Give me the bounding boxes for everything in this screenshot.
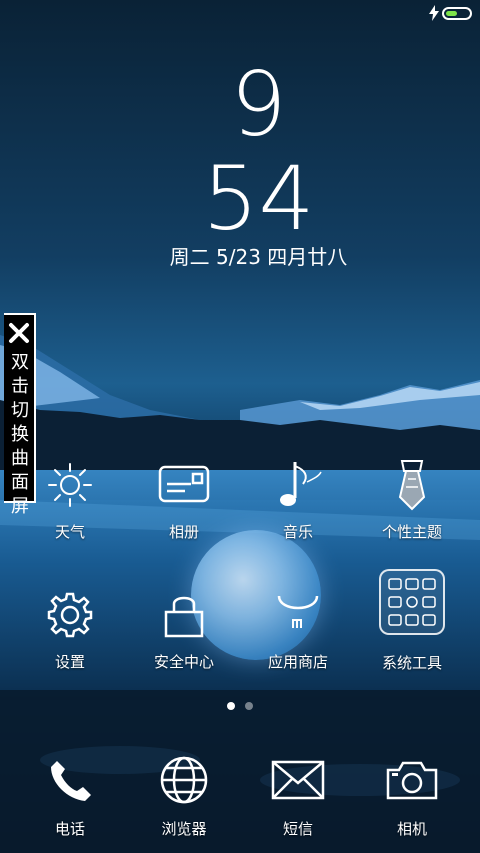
sun-icon xyxy=(40,455,100,515)
app-label: 浏览器 xyxy=(161,820,207,838)
lock-icon xyxy=(154,585,214,645)
dock-app-messages[interactable]: 短信 xyxy=(241,750,355,850)
dock-app-camera[interactable]: 相机 xyxy=(355,750,469,850)
app-label: 安全中心 xyxy=(153,653,214,671)
clock-date[interactable]: 周二 5/23 四月廿八 xyxy=(0,243,480,271)
app-gallery[interactable]: 相册 xyxy=(127,455,241,575)
close-icon[interactable] xyxy=(7,321,31,345)
necktie-icon xyxy=(382,455,442,515)
app-label: 电话 xyxy=(54,820,85,838)
camera-icon xyxy=(382,750,442,810)
phone-icon xyxy=(40,750,100,810)
globe-icon xyxy=(154,750,214,810)
app-store-icon xyxy=(268,585,328,645)
app-label: 应用商店 xyxy=(267,653,328,671)
app-label: 个性主题 xyxy=(381,523,442,541)
battery-level xyxy=(446,11,457,16)
curved-screen-toggle-panel[interactable]: 双击切换曲面屏 xyxy=(4,313,36,517)
system-tools-folder-icon xyxy=(379,569,445,635)
dock-app-browser[interactable]: 浏览器 xyxy=(127,750,241,850)
app-label: 短信 xyxy=(282,820,313,838)
app-label: 天气 xyxy=(54,523,85,541)
clock-hour[interactable]: 9 xyxy=(0,56,480,154)
app-label: 相机 xyxy=(396,820,427,838)
app-label: 音乐 xyxy=(282,523,313,541)
app-themes[interactable]: 个性主题 xyxy=(355,455,469,575)
app-store[interactable]: 应用商店 xyxy=(241,585,355,705)
battery-icon xyxy=(442,7,472,20)
status-bar xyxy=(0,0,480,28)
dock-app-phone[interactable]: 电话 xyxy=(13,750,127,850)
page-indicator-active[interactable] xyxy=(227,702,235,710)
page-indicator[interactable] xyxy=(245,702,253,710)
app-system-tools[interactable]: 系统工具 xyxy=(355,569,469,692)
curved-screen-toggle-label: 双击切换曲面屏 xyxy=(11,352,29,517)
app-security-center[interactable]: 安全中心 xyxy=(127,585,241,705)
folder-box xyxy=(379,569,445,635)
app-music[interactable]: 音乐 xyxy=(241,455,355,575)
app-settings[interactable]: 设置 xyxy=(13,585,127,705)
app-label: 设置 xyxy=(54,653,85,671)
photo-album-icon xyxy=(154,455,214,515)
clock-minute[interactable]: 54 xyxy=(0,150,480,248)
music-note-icon xyxy=(268,455,328,515)
envelope-icon xyxy=(268,750,328,810)
lightning-bolt-icon xyxy=(429,5,439,21)
app-label: 相册 xyxy=(168,523,199,541)
app-label: 系统工具 xyxy=(381,654,442,672)
gear-icon xyxy=(40,585,100,645)
